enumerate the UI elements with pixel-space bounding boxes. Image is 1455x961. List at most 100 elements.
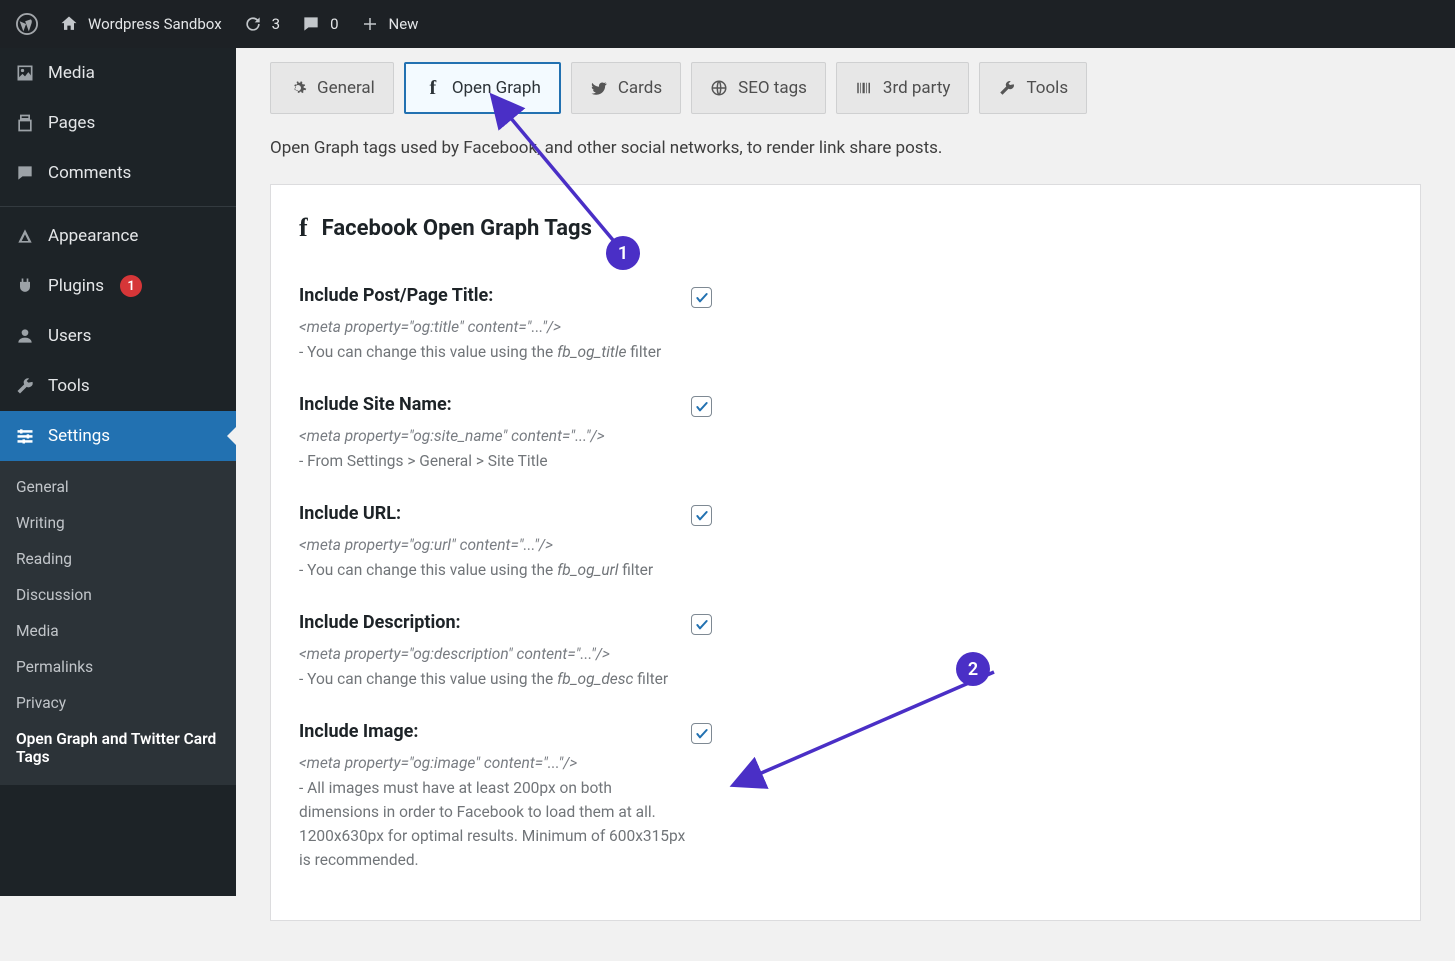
option-checkbox[interactable] [691, 505, 712, 526]
option-row: Include Description: <meta property="og:… [299, 594, 1392, 703]
comments-count: 0 [330, 15, 338, 33]
facebook-icon: f [299, 213, 308, 243]
tab-label: Tools [1026, 78, 1068, 98]
option-title: Include Description: [299, 612, 691, 633]
site-title: Wordpress Sandbox [88, 15, 222, 33]
comments-icon [14, 162, 36, 184]
option-hint: - You can change this value using the fb… [299, 558, 691, 582]
tab-row: General f Open Graph Cards SEO tags 3rd … [236, 62, 1455, 114]
option-row: Include URL: <meta property="og:url" con… [299, 485, 1392, 594]
sidebar-item-users[interactable]: Users [0, 311, 236, 361]
open-graph-panel: f Facebook Open Graph Tags Include Post/… [270, 184, 1421, 921]
option-title: Include Post/Page Title: [299, 285, 691, 306]
settings-icon [14, 425, 36, 447]
option-row: Include Site Name: <meta property="og:si… [299, 376, 1392, 485]
option-meta-example: <meta property="og:description" content=… [299, 645, 691, 663]
sidebar-item-label: Media [48, 63, 95, 83]
admin-sidebar: Media Pages Comments Appearance Plugins … [0, 48, 236, 896]
sidebar-item-label: Plugins [48, 276, 104, 296]
facebook-icon: f [424, 79, 442, 97]
new-label: New [389, 15, 419, 33]
sidebar-item-label: Pages [48, 113, 95, 133]
option-hint: - All images must have at least 200px on… [299, 776, 691, 872]
tab-seo-tags[interactable]: SEO tags [691, 62, 826, 114]
tab-label: Cards [618, 78, 662, 98]
option-hint: - From Settings > General > Site Title [299, 449, 691, 473]
sidebar-item-label: Users [48, 326, 91, 346]
comment-icon [300, 13, 322, 35]
tab-general[interactable]: General [270, 62, 394, 114]
option-title: Include URL: [299, 503, 691, 524]
option-title: Include Site Name: [299, 394, 691, 415]
sidebar-item-label: Settings [48, 426, 110, 446]
tab-open-graph[interactable]: f Open Graph [404, 62, 561, 114]
top-new[interactable]: New [349, 0, 429, 48]
pages-icon [14, 112, 36, 134]
appearance-icon [14, 225, 36, 247]
main-content: General f Open Graph Cards SEO tags 3rd … [236, 0, 1455, 961]
tools-icon [14, 375, 36, 397]
option-hint: - You can change this value using the fb… [299, 340, 691, 364]
option-meta-example: <meta property="og:image" content="..."/… [299, 754, 691, 772]
plus-icon [359, 13, 381, 35]
tab-tools[interactable]: Tools [979, 62, 1087, 114]
sidebar-sub-open-graph[interactable]: Open Graph and Twitter Card Tags [0, 721, 236, 775]
wordpress-icon [16, 13, 38, 35]
sidebar-sub-writing[interactable]: Writing [0, 505, 236, 541]
annotation-badge-2: 2 [956, 652, 990, 686]
tab-3rd-party[interactable]: 3rd party [836, 62, 970, 114]
updates-count: 3 [272, 15, 280, 33]
option-title: Include Image: [299, 721, 691, 742]
sidebar-sub-media[interactable]: Media [0, 613, 236, 649]
sidebar-submenu-settings: General Writing Reading Discussion Media… [0, 461, 236, 785]
option-hint: - You can change this value using the fb… [299, 667, 691, 691]
wrench-icon [998, 79, 1016, 97]
plugins-icon [14, 275, 36, 297]
sidebar-item-appearance[interactable]: Appearance [0, 206, 236, 261]
sidebar-item-label: Tools [48, 376, 90, 396]
tab-label: General [317, 78, 375, 98]
option-checkbox[interactable] [691, 396, 712, 417]
globe-icon [710, 79, 728, 97]
top-comments[interactable]: 0 [290, 0, 348, 48]
intro-text: Open Graph tags used by Facebook, and ot… [270, 138, 1421, 158]
sidebar-sub-reading[interactable]: Reading [0, 541, 236, 577]
admin-top-bar: Wordpress Sandbox 3 0 New [0, 0, 1455, 48]
annotation-badge-1: 1 [606, 236, 640, 270]
sidebar-item-pages[interactable]: Pages [0, 98, 236, 148]
users-icon [14, 325, 36, 347]
option-checkbox[interactable] [691, 723, 712, 744]
option-meta-example: <meta property="og:url" content="..."/> [299, 536, 691, 554]
sidebar-sub-general[interactable]: General [0, 469, 236, 505]
panel-heading: f Facebook Open Graph Tags [299, 213, 1392, 243]
sidebar-item-comments[interactable]: Comments [0, 148, 236, 198]
option-checkbox[interactable] [691, 614, 712, 635]
option-row: Include Image: <meta property="og:image"… [299, 703, 1392, 884]
option-meta-example: <meta property="og:title" content="..."/… [299, 318, 691, 336]
gear-icon [289, 79, 307, 97]
sidebar-sub-permalinks[interactable]: Permalinks [0, 649, 236, 685]
sidebar-sub-discussion[interactable]: Discussion [0, 577, 236, 613]
top-updates[interactable]: 3 [232, 0, 290, 48]
twitter-icon [590, 79, 608, 97]
sidebar-item-label: Comments [48, 163, 131, 183]
top-wp-logo[interactable] [6, 0, 48, 48]
top-site-link[interactable]: Wordpress Sandbox [48, 0, 232, 48]
option-checkbox[interactable] [691, 287, 712, 308]
plugins-badge: 1 [120, 275, 142, 297]
sidebar-sub-privacy[interactable]: Privacy [0, 685, 236, 721]
sidebar-item-media[interactable]: Media [0, 48, 236, 98]
media-icon [14, 62, 36, 84]
tab-cards[interactable]: Cards [571, 62, 681, 114]
sidebar-item-tools[interactable]: Tools [0, 361, 236, 411]
tab-label: Open Graph [452, 78, 541, 98]
home-icon [58, 13, 80, 35]
sidebar-item-plugins[interactable]: Plugins 1 [0, 261, 236, 311]
panel-heading-text: Facebook Open Graph Tags [322, 216, 592, 241]
option-row: Include Post/Page Title: <meta property=… [299, 267, 1392, 376]
sidebar-item-label: Appearance [48, 226, 138, 246]
updates-icon [242, 13, 264, 35]
barcode-icon [855, 79, 873, 97]
tab-label: SEO tags [738, 78, 807, 98]
sidebar-item-settings[interactable]: Settings [0, 411, 236, 461]
